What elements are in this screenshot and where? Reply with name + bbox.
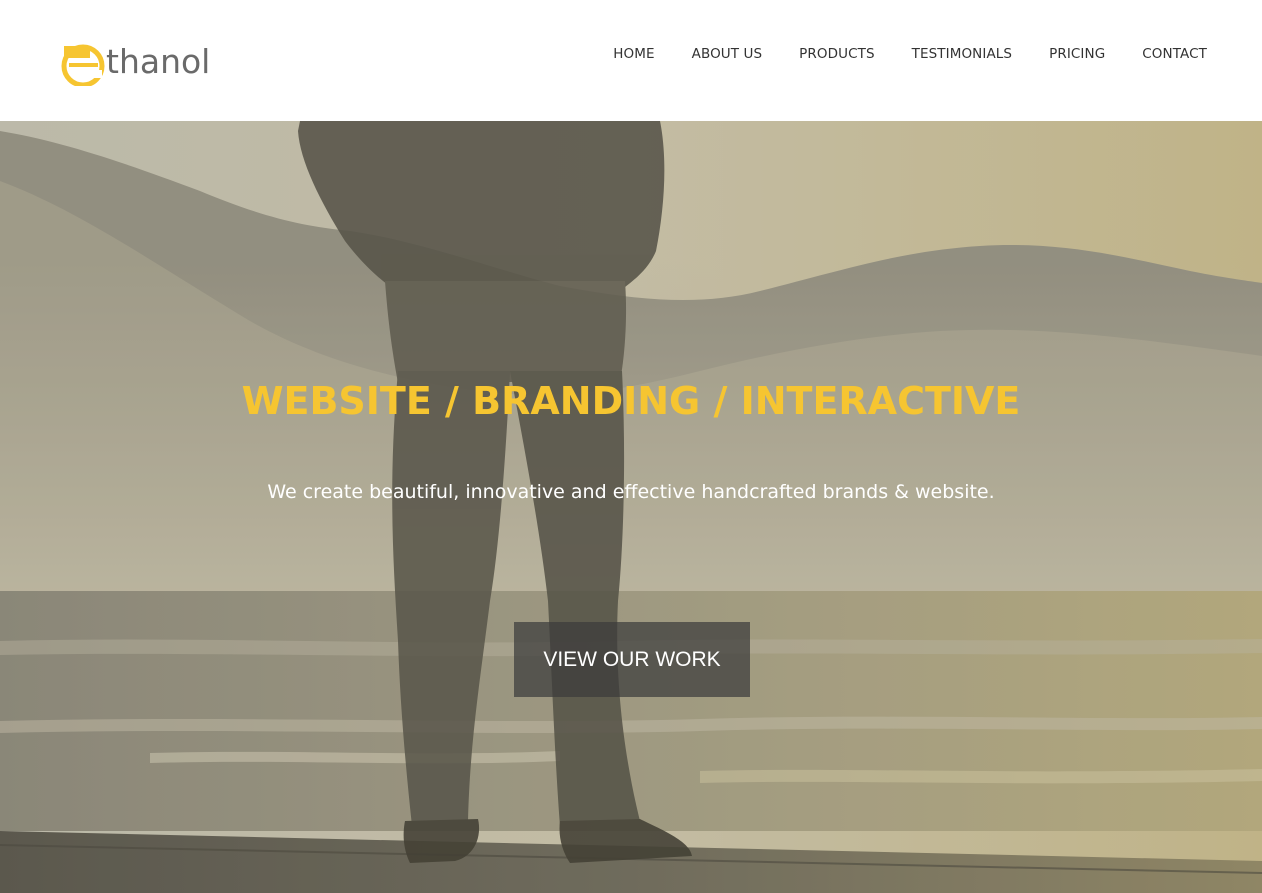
hero-subtitle: We create beautiful, innovative and effe… <box>267 481 995 503</box>
logo-text: thanol <box>106 42 211 81</box>
nav-products[interactable]: PRODUCTS <box>799 44 874 64</box>
logo-e-icon <box>60 40 106 88</box>
main-nav: HOME ABOUT US PRODUCTS TESTIMONIALS PRIC… <box>613 44 1207 64</box>
hero-title: WEBSITE / BRANDING / INTERACTIVE <box>241 379 1021 423</box>
nav-testimonials[interactable]: TESTIMONIALS <box>912 44 1012 64</box>
site-header: thanol HOME ABOUT US PRODUCTS TESTIMONIA… <box>0 0 1262 121</box>
view-our-work-button[interactable]: VIEW OUR WORK <box>514 622 750 697</box>
nav-home[interactable]: HOME <box>613 44 654 64</box>
nav-pricing[interactable]: PRICING <box>1049 44 1105 64</box>
logo[interactable]: thanol <box>60 38 210 88</box>
nav-contact[interactable]: CONTACT <box>1142 44 1207 64</box>
nav-about-us[interactable]: ABOUT US <box>692 44 763 64</box>
hero-section: WEBSITE / BRANDING / INTERACTIVE We crea… <box>0 121 1262 893</box>
hero-background-image <box>0 121 1262 893</box>
